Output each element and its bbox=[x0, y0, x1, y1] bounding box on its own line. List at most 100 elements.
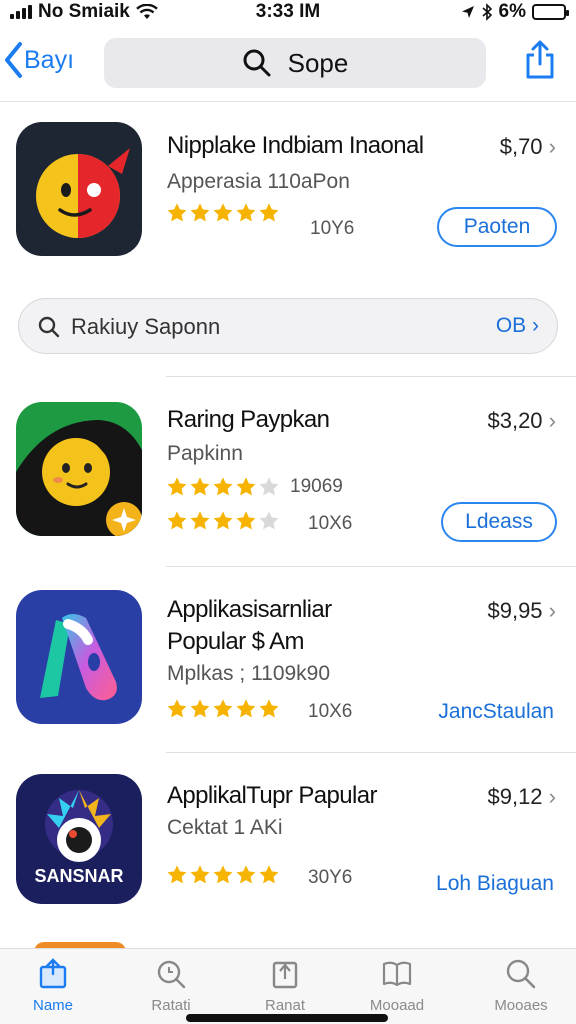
rating-text: 10X6 bbox=[308, 701, 353, 722]
app-action-link[interactable]: Loh Biaguan bbox=[436, 872, 554, 896]
chevron-left-icon bbox=[5, 42, 22, 78]
filter-count-link[interactable]: OB › bbox=[496, 314, 539, 338]
app-price[interactable]: $,70 › bbox=[500, 134, 556, 160]
app-row[interactable]: Raring Paypkan $3,20 › Papkinn 19069 10X… bbox=[0, 380, 576, 566]
search-icon bbox=[38, 316, 60, 338]
star-filled-icon bbox=[190, 511, 210, 530]
rating-text: 10Y6 bbox=[310, 218, 355, 239]
star-filled-icon bbox=[259, 865, 279, 884]
star-filled-icon bbox=[190, 477, 210, 496]
star-rating bbox=[166, 698, 280, 720]
app-icon-gradient-shape bbox=[16, 590, 142, 724]
apps-stack-icon bbox=[272, 961, 298, 989]
filter-search-bar[interactable]: Rakiuy Saponn OB › bbox=[18, 298, 558, 354]
star-filled-icon bbox=[213, 699, 233, 718]
star-empty-icon bbox=[259, 477, 279, 496]
chevron-right-icon: › bbox=[548, 598, 556, 623]
price-label: $3,20 bbox=[487, 408, 543, 433]
search-zoom-icon bbox=[157, 960, 186, 989]
book-icon bbox=[382, 961, 412, 987]
app-row[interactable]: Nipplake Indbiam Inaonal $,70 › Apperasi… bbox=[0, 102, 576, 282]
app-icon-emoji-devil bbox=[16, 122, 142, 256]
star-filled-icon bbox=[236, 699, 256, 718]
navigation-bar: Bayı Sope bbox=[0, 26, 576, 102]
filter-count: OB bbox=[495, 314, 527, 337]
star-filled-icon bbox=[213, 203, 233, 222]
app-icon-label: SANSNAR bbox=[34, 866, 124, 886]
star-rating bbox=[166, 510, 280, 532]
app-icon-sansnar: SANSNAR bbox=[16, 774, 142, 904]
rating-text: 30Y6 bbox=[308, 867, 353, 888]
star-rating bbox=[166, 202, 280, 224]
star-filled-icon bbox=[213, 477, 233, 496]
share-icon[interactable] bbox=[522, 40, 558, 80]
app-action-link[interactable]: JancStaulan bbox=[438, 700, 554, 724]
battery-icon bbox=[532, 4, 569, 20]
star-filled-icon bbox=[167, 699, 187, 718]
star-filled-icon bbox=[190, 203, 210, 222]
star-filled-icon bbox=[167, 865, 187, 884]
chevron-right-icon: › bbox=[548, 784, 556, 809]
star-filled-icon bbox=[190, 865, 210, 884]
divider bbox=[166, 566, 576, 567]
price-label: $9,95 bbox=[487, 598, 543, 623]
tab-mooaad[interactable]: Mooaad bbox=[352, 957, 442, 1014]
star-filled-icon bbox=[259, 203, 279, 222]
app-price[interactable]: $9,95 › bbox=[487, 598, 556, 624]
app-title: Raring Paypkan bbox=[167, 406, 330, 433]
search-icon bbox=[506, 959, 536, 989]
divider bbox=[166, 752, 576, 753]
star-filled-icon bbox=[236, 203, 256, 222]
app-price[interactable]: $3,20 › bbox=[487, 408, 556, 434]
app-price[interactable]: $9,12 › bbox=[487, 784, 556, 810]
star-filled-icon bbox=[236, 865, 256, 884]
star-filled-icon bbox=[167, 477, 187, 496]
star-filled-icon bbox=[236, 477, 256, 496]
search-query: Sope bbox=[287, 47, 349, 78]
chevron-right-icon: › bbox=[548, 134, 556, 159]
status-bar: No Smiaik 3:33 IM 6% bbox=[0, 0, 576, 26]
star-filled-icon bbox=[190, 699, 210, 718]
back-label: Bayı bbox=[24, 45, 75, 74]
tab-label: Ranat bbox=[264, 997, 306, 1014]
tab-mooaes[interactable]: Mooaes bbox=[476, 957, 566, 1014]
star-filled-icon bbox=[167, 203, 187, 222]
bluetooth-icon bbox=[482, 3, 492, 21]
chevron-right-icon: › bbox=[548, 408, 556, 433]
magnifier-icon bbox=[243, 49, 271, 77]
battery-percent: 6% bbox=[498, 1, 526, 22]
tab-label: Ratati bbox=[151, 997, 191, 1014]
app-row[interactable]: SANSNAR ApplikalTupr Papular $9,12 › Cek… bbox=[0, 756, 576, 932]
tab-today[interactable]: Name bbox=[8, 957, 98, 1014]
app-action-button[interactable]: Paoten bbox=[437, 207, 557, 247]
search-field[interactable]: Sope bbox=[104, 38, 486, 88]
divider bbox=[166, 376, 576, 377]
app-subtitle: Cektat 1 AKi bbox=[167, 816, 283, 839]
today-icon bbox=[39, 958, 67, 989]
star-rating bbox=[166, 864, 280, 886]
chevron-right-icon: › bbox=[532, 314, 539, 337]
app-action-button[interactable]: Ldeass bbox=[441, 502, 557, 542]
tab-bar: Name Ratati Ranat Mooaad Mooaes bbox=[0, 948, 576, 1024]
app-subtitle: Papkinn bbox=[167, 442, 243, 465]
star-filled-icon bbox=[259, 699, 279, 718]
tab-label: Name bbox=[32, 997, 73, 1014]
home-indicator bbox=[186, 1014, 388, 1022]
price-label: $,70 bbox=[499, 134, 543, 159]
filter-label: Rakiuy Saponn bbox=[71, 314, 221, 339]
app-subtitle: Mplkas ; 1109k90 bbox=[167, 662, 331, 685]
back-button[interactable]: Bayı bbox=[2, 40, 74, 80]
star-filled-icon bbox=[236, 511, 256, 530]
app-title: Nipplake Indbiam Inaonal bbox=[167, 132, 424, 159]
rating-text: 10X6 bbox=[308, 513, 353, 534]
rating-count: 19069 bbox=[290, 476, 343, 497]
app-row[interactable]: Applikasisarnliar Popular $ Am $9,95 › M… bbox=[0, 570, 576, 750]
tab-label: Mooaes bbox=[494, 997, 548, 1014]
tab-ranat[interactable]: Ranat bbox=[240, 957, 330, 1014]
tab-label: Mooaad bbox=[369, 997, 425, 1014]
app-subtitle: Apperasia 110aPon bbox=[167, 170, 350, 193]
star-filled-icon bbox=[213, 511, 233, 530]
star-empty-icon bbox=[259, 511, 279, 530]
app-title: ApplikalTupr Papular bbox=[167, 782, 378, 809]
tab-ratati[interactable]: Ratati bbox=[126, 957, 216, 1014]
